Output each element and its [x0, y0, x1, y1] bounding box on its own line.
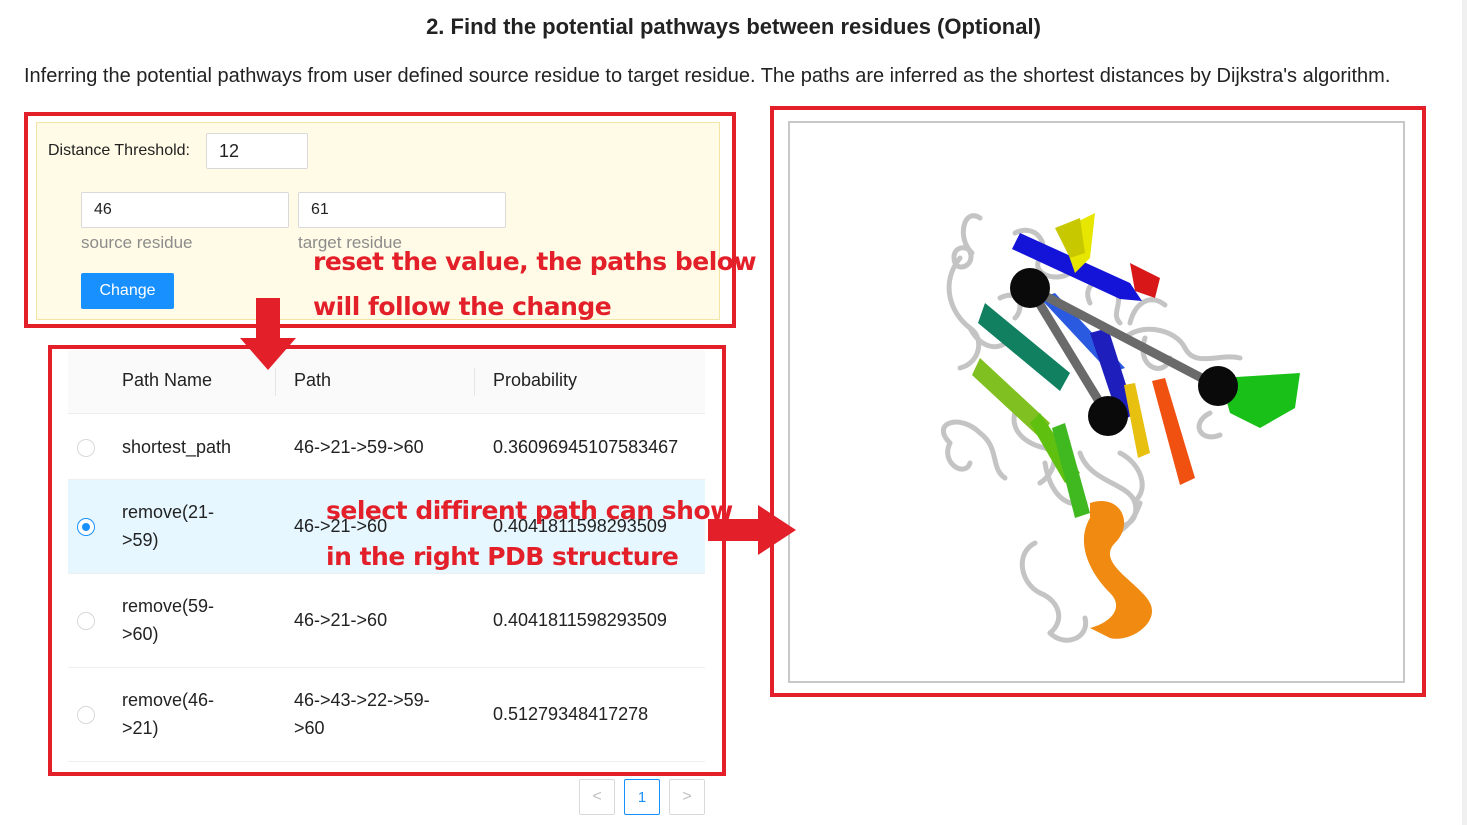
table-annotation-line2: in the right PDB structure [326, 542, 679, 571]
pagination-page-button[interactable]: 1 [624, 779, 660, 815]
pagination-prev-button[interactable]: < [579, 779, 615, 815]
page-scrollbar[interactable] [1462, 0, 1467, 825]
down-arrow-icon [240, 298, 296, 370]
viewer-highlight-box [770, 106, 1426, 697]
table-annotation-line1: select diffirent path can show [326, 496, 733, 525]
pagination-next-button[interactable]: > [669, 779, 705, 815]
form-annotation-line1: reset the value, the paths below [313, 247, 757, 276]
section-heading: 2. Find the potential pathways between r… [426, 14, 1041, 39]
form-annotation-line2: will follow the change [313, 292, 612, 321]
section-description: Inferring the potential pathways from us… [24, 65, 1391, 87]
